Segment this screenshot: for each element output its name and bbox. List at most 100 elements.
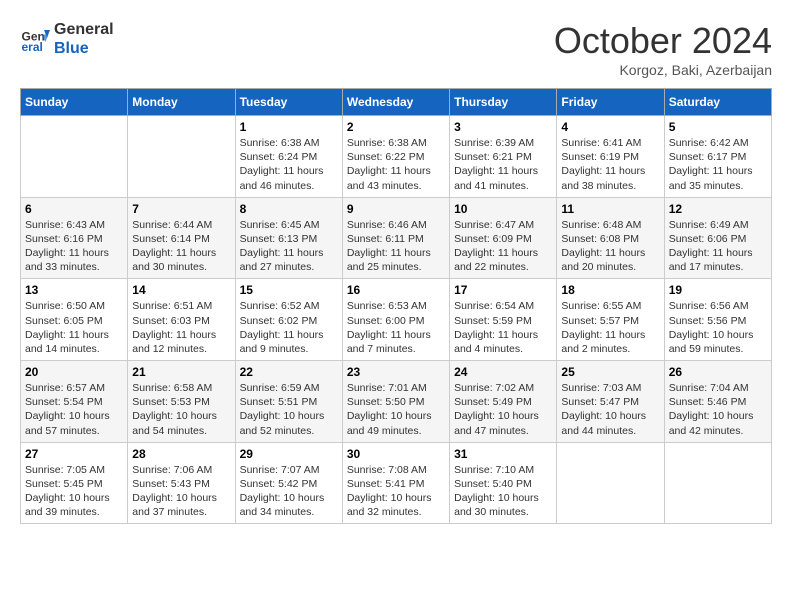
logo: Gen eral General Blue (20, 20, 114, 58)
col-header-sunday: Sunday (21, 89, 128, 116)
calendar-cell: 27Sunrise: 7:05 AM Sunset: 5:45 PM Dayli… (21, 442, 128, 524)
calendar-cell: 13 Sunrise: 6:50 AM Sunset: 6:05 PM Dayli… (21, 279, 128, 361)
month-title: October 2024 (554, 20, 772, 62)
calendar-cell: 14Sunrise: 6:51 AM Sunset: 6:03 PM Dayli… (128, 279, 235, 361)
cell-content: Sunrise: 6:46 AM Sunset: 6:11 PM Dayligh… (347, 218, 445, 275)
week-row-3: 13 Sunrise: 6:50 AM Sunset: 6:05 PM Dayli… (21, 279, 772, 361)
calendar-cell: 20 Sunrise: 6:57 AM Sunset: 5:54 PM Dayli… (21, 361, 128, 443)
day-number: 29 (240, 447, 338, 461)
calendar-cell: 28 Sunrise: 7:06 AM Sunset: 5:43 PM Dayli… (128, 442, 235, 524)
day-number: 9 (347, 202, 445, 216)
day-number: 10 (454, 202, 552, 216)
calendar-cell: 19Sunrise: 6:56 AM Sunset: 5:56 PM Dayli… (664, 279, 771, 361)
week-row-4: 20 Sunrise: 6:57 AM Sunset: 5:54 PM Dayli… (21, 361, 772, 443)
cell-content: Sunrise: 7:03 AM Sunset: 5:47 PM Dayligh… (561, 381, 659, 438)
day-number: 6 (25, 202, 123, 216)
day-number: 5 (669, 120, 767, 134)
cell-content: Sunrise: 6:58 AM Sunset: 5:53 PM Dayligh… (132, 381, 230, 438)
calendar-cell: 31 Sunrise: 7:10 AM Sunset: 5:40 PM Dayli… (450, 442, 557, 524)
day-number: 22 (240, 365, 338, 379)
calendar-cell: 23Sunrise: 7:01 AM Sunset: 5:50 PM Dayli… (342, 361, 449, 443)
cell-content: Sunrise: 6:38 AM Sunset: 6:24 PM Dayligh… (240, 136, 338, 193)
calendar-cell: 4 Sunrise: 6:41 AM Sunset: 6:19 PM Daylig… (557, 116, 664, 198)
day-number: 20 (25, 365, 123, 379)
day-number: 7 (132, 202, 230, 216)
calendar-cell: 10 Sunrise: 6:47 AM Sunset: 6:09 PM Dayli… (450, 197, 557, 279)
day-number: 31 (454, 447, 552, 461)
cell-content: Sunrise: 7:06 AM Sunset: 5:43 PM Dayligh… (132, 463, 230, 520)
cell-content: Sunrise: 6:57 AM Sunset: 5:54 PM Dayligh… (25, 381, 123, 438)
logo-text-blue: Blue (54, 39, 114, 58)
cell-content: Sunrise: 6:48 AM Sunset: 6:08 PM Dayligh… (561, 218, 659, 275)
col-header-monday: Monday (128, 89, 235, 116)
day-number: 18 (561, 283, 659, 297)
cell-content: Sunrise: 6:49 AM Sunset: 6:06 PM Dayligh… (669, 218, 767, 275)
day-number: 13 (25, 283, 123, 297)
col-header-friday: Friday (557, 89, 664, 116)
calendar-cell: 11Sunrise: 6:48 AM Sunset: 6:08 PM Dayli… (557, 197, 664, 279)
calendar-cell (128, 116, 235, 198)
calendar-table: SundayMondayTuesdayWednesdayThursdayFrid… (20, 88, 772, 524)
day-number: 25 (561, 365, 659, 379)
cell-content: Sunrise: 6:45 AM Sunset: 6:13 PM Dayligh… (240, 218, 338, 275)
title-block: October 2024 Korgoz, Baki, Azerbaijan (554, 20, 772, 78)
day-number: 2 (347, 120, 445, 134)
col-header-tuesday: Tuesday (235, 89, 342, 116)
col-header-wednesday: Wednesday (342, 89, 449, 116)
day-number: 4 (561, 120, 659, 134)
cell-content: Sunrise: 6:44 AM Sunset: 6:14 PM Dayligh… (132, 218, 230, 275)
cell-content: Sunrise: 6:42 AM Sunset: 6:17 PM Dayligh… (669, 136, 767, 193)
day-number: 30 (347, 447, 445, 461)
calendar-cell: 17Sunrise: 6:54 AM Sunset: 5:59 PM Dayli… (450, 279, 557, 361)
cell-content: Sunrise: 7:05 AM Sunset: 5:45 PM Dayligh… (25, 463, 123, 520)
day-number: 19 (669, 283, 767, 297)
calendar-cell: 18Sunrise: 6:55 AM Sunset: 5:57 PM Dayli… (557, 279, 664, 361)
page-header: Gen eral General Blue October 2024 Korgo… (20, 20, 772, 78)
day-number: 12 (669, 202, 767, 216)
calendar-cell: 16 Sunrise: 6:53 AM Sunset: 6:00 PM Dayli… (342, 279, 449, 361)
calendar-cell: 9 Sunrise: 6:46 AM Sunset: 6:11 PM Daylig… (342, 197, 449, 279)
calendar-header-row: SundayMondayTuesdayWednesdayThursdayFrid… (21, 89, 772, 116)
cell-content: Sunrise: 6:38 AM Sunset: 6:22 PM Dayligh… (347, 136, 445, 193)
calendar-cell: 12 Sunrise: 6:49 AM Sunset: 6:06 PM Dayli… (664, 197, 771, 279)
calendar-cell: 5 Sunrise: 6:42 AM Sunset: 6:17 PM Daylig… (664, 116, 771, 198)
calendar-cell: 22 Sunrise: 6:59 AM Sunset: 5:51 PM Dayli… (235, 361, 342, 443)
week-row-5: 27Sunrise: 7:05 AM Sunset: 5:45 PM Dayli… (21, 442, 772, 524)
cell-content: Sunrise: 6:47 AM Sunset: 6:09 PM Dayligh… (454, 218, 552, 275)
cell-content: Sunrise: 6:53 AM Sunset: 6:00 PM Dayligh… (347, 299, 445, 356)
calendar-cell: 1 Sunrise: 6:38 AM Sunset: 6:24 PM Daylig… (235, 116, 342, 198)
calendar-cell: 7 Sunrise: 6:44 AM Sunset: 6:14 PM Daylig… (128, 197, 235, 279)
calendar-cell: 3 Sunrise: 6:39 AM Sunset: 6:21 PM Daylig… (450, 116, 557, 198)
day-number: 23 (347, 365, 445, 379)
day-number: 3 (454, 120, 552, 134)
svg-text:eral: eral (22, 40, 43, 54)
calendar-cell: 26Sunrise: 7:04 AM Sunset: 5:46 PM Dayli… (664, 361, 771, 443)
day-number: 16 (347, 283, 445, 297)
day-number: 1 (240, 120, 338, 134)
calendar-cell: 6 Sunrise: 6:43 AM Sunset: 6:16 PM Daylig… (21, 197, 128, 279)
calendar-cell (557, 442, 664, 524)
calendar-cell: 15Sunrise: 6:52 AM Sunset: 6:02 PM Dayli… (235, 279, 342, 361)
cell-content: Sunrise: 6:39 AM Sunset: 6:21 PM Dayligh… (454, 136, 552, 193)
cell-content: Sunrise: 6:52 AM Sunset: 6:02 PM Dayligh… (240, 299, 338, 356)
calendar-cell: 8 Sunrise: 6:45 AM Sunset: 6:13 PM Daylig… (235, 197, 342, 279)
week-row-2: 6 Sunrise: 6:43 AM Sunset: 6:16 PM Daylig… (21, 197, 772, 279)
calendar-cell: 21Sunrise: 6:58 AM Sunset: 5:53 PM Dayli… (128, 361, 235, 443)
cell-content: Sunrise: 7:02 AM Sunset: 5:49 PM Dayligh… (454, 381, 552, 438)
day-number: 24 (454, 365, 552, 379)
calendar-cell: 25 Sunrise: 7:03 AM Sunset: 5:47 PM Dayli… (557, 361, 664, 443)
cell-content: Sunrise: 7:10 AM Sunset: 5:40 PM Dayligh… (454, 463, 552, 520)
day-number: 28 (132, 447, 230, 461)
calendar-cell (664, 442, 771, 524)
cell-content: Sunrise: 7:07 AM Sunset: 5:42 PM Dayligh… (240, 463, 338, 520)
calendar-cell: 24 Sunrise: 7:02 AM Sunset: 5:49 PM Dayli… (450, 361, 557, 443)
cell-content: Sunrise: 6:41 AM Sunset: 6:19 PM Dayligh… (561, 136, 659, 193)
day-number: 14 (132, 283, 230, 297)
cell-content: Sunrise: 6:43 AM Sunset: 6:16 PM Dayligh… (25, 218, 123, 275)
day-number: 8 (240, 202, 338, 216)
cell-content: Sunrise: 6:50 AM Sunset: 6:05 PM Dayligh… (25, 299, 123, 356)
col-header-saturday: Saturday (664, 89, 771, 116)
day-number: 17 (454, 283, 552, 297)
cell-content: Sunrise: 6:59 AM Sunset: 5:51 PM Dayligh… (240, 381, 338, 438)
logo-icon: Gen eral (20, 24, 50, 54)
